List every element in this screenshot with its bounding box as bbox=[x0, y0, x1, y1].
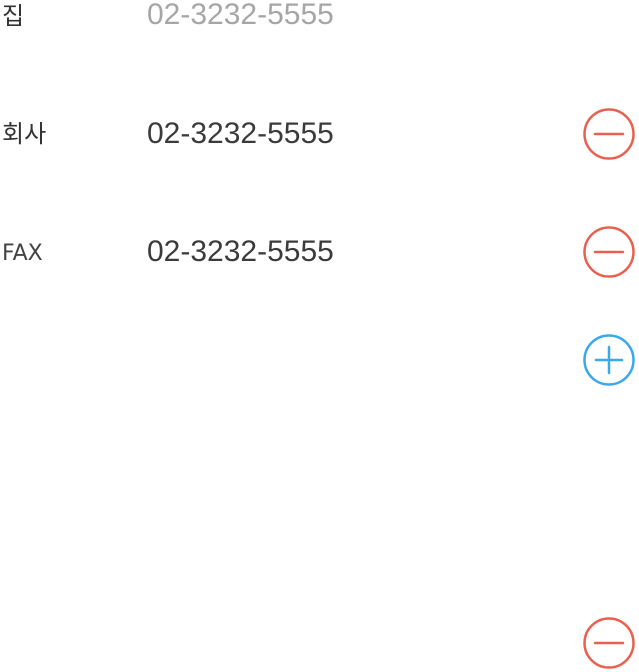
phone-label-office: 회사 bbox=[2, 120, 47, 148]
phone-label-home: 집 bbox=[2, 2, 25, 30]
minus-circle-icon bbox=[583, 617, 635, 669]
remove-fax-phone-button[interactable] bbox=[583, 226, 635, 278]
phone-row-office: 회사 02-3232-5555 bbox=[0, 104, 639, 164]
phone-input-office[interactable]: 02-3232-5555 bbox=[147, 119, 334, 149]
phone-label-fax: FAX bbox=[2, 241, 43, 266]
phone-row-fax: FAX 02-3232-5555 bbox=[0, 222, 639, 282]
remove-button-bottom[interactable] bbox=[583, 617, 635, 669]
minus-circle-icon bbox=[583, 226, 635, 278]
phone-input-home[interactable]: 02-3232-5555 bbox=[147, 0, 334, 30]
phone-row-home: 집 02-3232-5555 bbox=[0, 0, 639, 60]
minus-circle-icon bbox=[583, 108, 635, 160]
remove-office-phone-button[interactable] bbox=[583, 108, 635, 160]
plus-circle-icon bbox=[583, 334, 635, 386]
add-phone-button[interactable] bbox=[583, 334, 635, 386]
phone-input-fax[interactable]: 02-3232-5555 bbox=[147, 237, 334, 267]
